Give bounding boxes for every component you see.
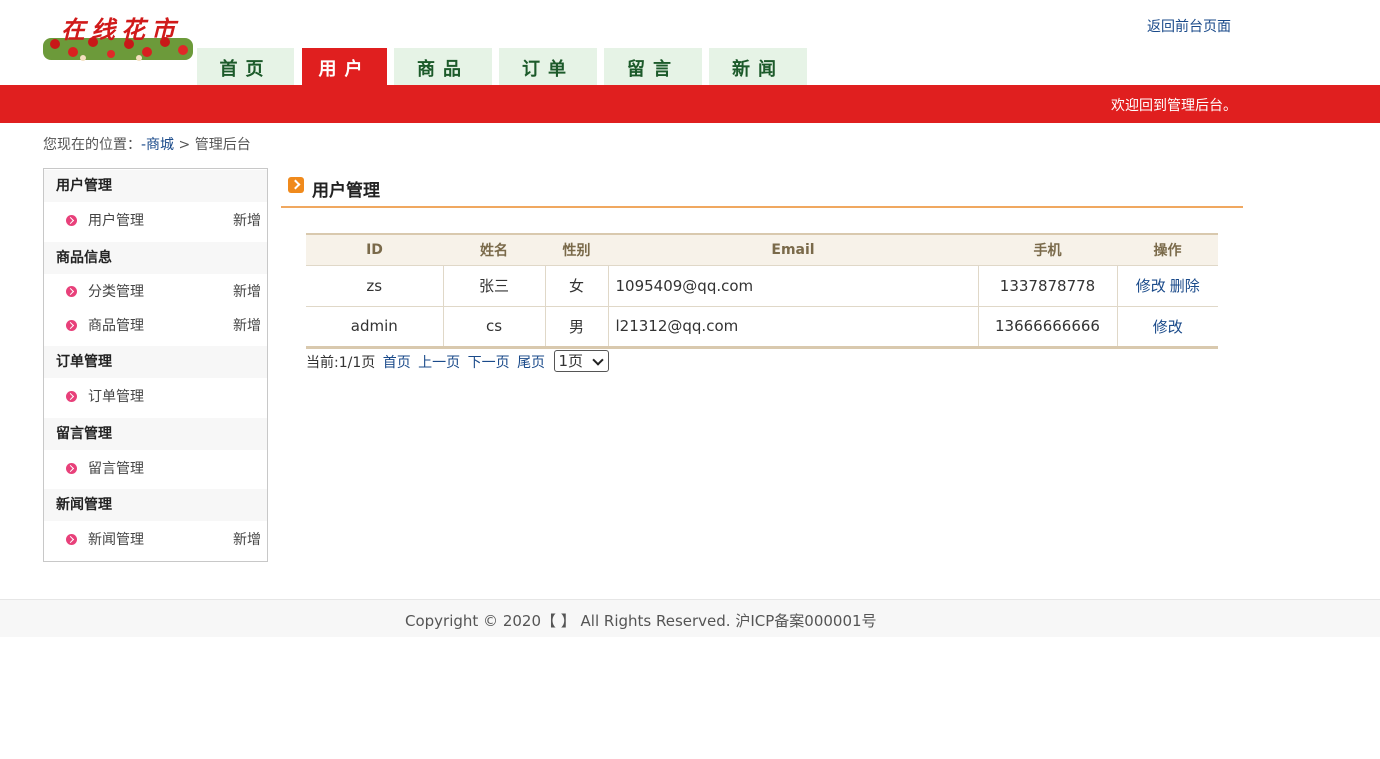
breadcrumb: 您现在的位置：-商城 > 管理后台 (43, 134, 251, 154)
cell-id: zs (306, 264, 443, 306)
sidebar-item-order-management[interactable]: 订单管理 (44, 382, 267, 412)
column-header-email: Email (608, 234, 978, 265)
nav-tab-orders[interactable]: 订单 (499, 48, 597, 85)
sidebar-item-news-management[interactable]: 新闻管理 新增 (44, 525, 267, 555)
sidebar-group-messages: 留言管理 (44, 418, 267, 450)
sidebar-item-product-management[interactable]: 商品管理 新增 (44, 311, 267, 341)
cell-gender: 男 (544, 305, 608, 347)
pagination: 当前:1/1页 首页 上一页 下一页 尾页 1页 (306, 350, 609, 374)
sidebar-group-news: 新闻管理 (44, 489, 267, 521)
footer-copyright: Copyright © 2020【 】 All Rights Reserved.… (405, 612, 877, 630)
sidebar-item-label[interactable]: 留言管理 (88, 454, 144, 484)
sidebar-group-orders: 订单管理 (44, 346, 267, 378)
cell-phone: 13666666666 (977, 305, 1117, 347)
bullet-icon (66, 534, 77, 545)
sidebar-add-link[interactable]: 新增 (233, 206, 261, 236)
page-select[interactable]: 1页 (553, 350, 609, 372)
bullet-icon (66, 391, 77, 402)
breadcrumb-current: 管理后台 (194, 137, 251, 153)
cell-name: 张三 (442, 264, 545, 306)
sidebar-item-label[interactable]: 商品管理 (88, 311, 144, 341)
bullet-icon (66, 463, 77, 474)
logo-text: 在线花市 (61, 15, 181, 44)
cell-name: cs (442, 305, 545, 347)
column-header-id: ID (306, 234, 443, 265)
pager-next-link[interactable]: 下一页 (468, 355, 510, 371)
edit-link[interactable]: 修改 (1153, 318, 1183, 336)
nav-tab-news[interactable]: 新闻 (709, 48, 807, 85)
nav-tab-messages[interactable]: 留言 (604, 48, 702, 85)
pager-first-link[interactable]: 首页 (383, 355, 411, 371)
welcome-text: 欢迎回到管理后台。 (1111, 98, 1237, 114)
sidebar-item-category-management[interactable]: 分类管理 新增 (44, 277, 267, 307)
footer: Copyright © 2020【 】 All Rights Reserved.… (0, 599, 1380, 637)
nav-tab-home[interactable]: 首页 (197, 48, 294, 85)
sidebar-group-users: 用户管理 (44, 170, 267, 202)
table-header-row: ID 姓名 性别 Email 手机 操作 (306, 234, 1218, 265)
edit-link[interactable]: 修改 (1136, 277, 1166, 295)
pager-prev-link[interactable]: 上一页 (418, 355, 460, 371)
column-header-phone: 手机 (978, 234, 1117, 265)
table-row: zs 张三 女 1095409@qq.com 1337878778 修改 删除 (306, 264, 1218, 306)
admin-sidebar: 用户管理 用户管理 新增 商品信息 分类管理 新增 商品管理 新增 订单管理 订… (43, 168, 268, 562)
back-to-frontend-link[interactable]: 返回前台页面 (1147, 16, 1231, 36)
breadcrumb-prefix: 您现在的位置： (43, 137, 141, 153)
page-title: 用户管理 (312, 181, 380, 201)
sidebar-item-label[interactable]: 用户管理 (88, 206, 144, 236)
site-logo[interactable]: 在线花市 (43, 8, 193, 64)
pager-last-link[interactable]: 尾页 (517, 355, 545, 371)
column-header-name: 姓名 (443, 234, 545, 265)
sidebar-item-label[interactable]: 新闻管理 (88, 525, 144, 555)
table-row: admin cs 男 l21312@qq.com 13666666666 修改 (306, 305, 1218, 347)
nav-tab-products[interactable]: 商品 (394, 48, 492, 85)
column-header-gender: 性别 (545, 234, 608, 265)
page-select-value: 1页 (558, 352, 584, 370)
pager-status: 当前:1/1页 (306, 355, 376, 371)
sidebar-add-link[interactable]: 新增 (233, 311, 261, 341)
sidebar-add-link[interactable]: 新增 (233, 525, 261, 555)
sidebar-group-products: 商品信息 (44, 242, 267, 274)
cell-email: l21312@qq.com (607, 305, 978, 347)
cell-id: admin (306, 305, 443, 347)
cell-actions: 修改 (1116, 305, 1218, 347)
breadcrumb-separator: > (174, 137, 195, 153)
welcome-banner: 欢迎回到管理后台。 (0, 85, 1380, 123)
column-header-actions: 操作 (1117, 234, 1218, 265)
title-divider (281, 206, 1243, 208)
cell-email: 1095409@qq.com (607, 264, 978, 306)
bullet-icon (66, 286, 77, 297)
users-table: ID 姓名 性别 Email 手机 操作 zs 张三 女 1095409@qq.… (306, 233, 1218, 349)
delete-link[interactable]: 删除 (1170, 277, 1200, 295)
sidebar-item-label[interactable]: 订单管理 (88, 382, 144, 412)
nav-tab-users[interactable]: 用户 (302, 48, 387, 85)
sidebar-add-link[interactable]: 新增 (233, 277, 261, 307)
arrow-right-icon (288, 177, 304, 193)
breadcrumb-home-link[interactable]: -商城 (141, 137, 174, 153)
header: 在线花市 返回前台页面 首页 用户 商品 订单 留言 新闻 (0, 0, 1380, 85)
bullet-icon (66, 320, 77, 331)
sidebar-item-message-management[interactable]: 留言管理 (44, 454, 267, 484)
cell-phone: 1337878778 (977, 264, 1117, 306)
sidebar-item-user-management[interactable]: 用户管理 新增 (44, 206, 267, 236)
bullet-icon (66, 215, 77, 226)
sidebar-item-label[interactable]: 分类管理 (88, 277, 144, 307)
cell-gender: 女 (544, 264, 608, 306)
cell-actions: 修改 删除 (1116, 264, 1218, 306)
